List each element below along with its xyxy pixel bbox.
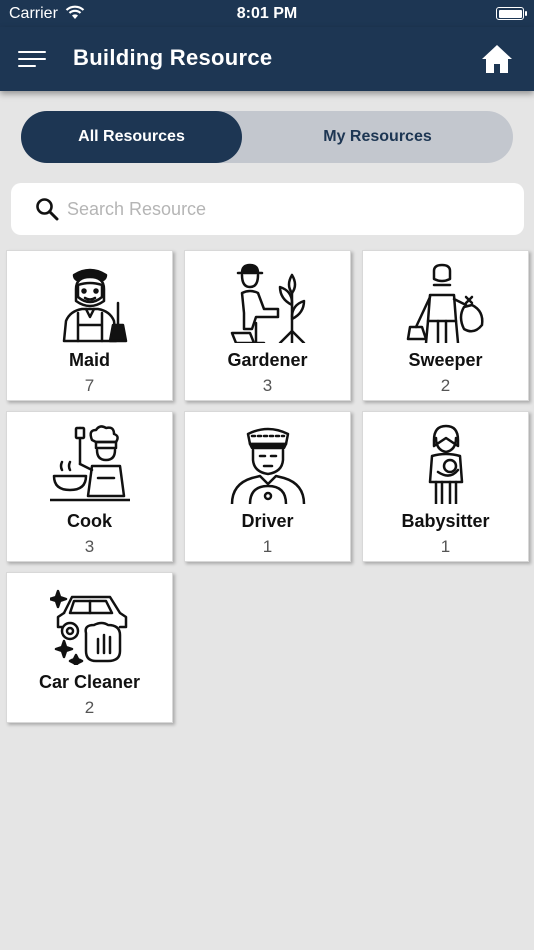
resource-count: 1 <box>440 537 451 556</box>
resource-card-driver[interactable]: Driver 1 <box>184 411 351 562</box>
resource-card-cook[interactable]: Cook 3 <box>6 411 173 562</box>
driver-icon <box>230 427 306 504</box>
search-input[interactable] <box>67 193 497 225</box>
gardener-icon <box>230 263 306 343</box>
home-icon[interactable] <box>481 44 513 74</box>
resource-name: Maid <box>68 350 110 370</box>
tab-my-resources[interactable]: My Resources <box>242 111 513 163</box>
battery-icon <box>496 7 527 20</box>
clock: 8:01 PM <box>236 5 298 22</box>
resource-card-babysitter[interactable]: Babysitter 1 <box>362 411 529 562</box>
search-bar <box>11 183 524 235</box>
resource-count: 1 <box>262 537 273 556</box>
sweeper-icon <box>406 263 484 343</box>
car-cleaner-icon <box>50 589 128 665</box>
cook-icon <box>50 425 130 502</box>
resource-name: Sweeper <box>408 350 483 370</box>
resource-name: Babysitter <box>401 511 490 531</box>
resource-tabs: All Resources My Resources <box>21 111 513 163</box>
resource-card-maid[interactable]: Maid 7 <box>6 250 173 401</box>
resource-count: 2 <box>84 698 95 717</box>
status-bar: Carrier 8:01 PM <box>0 0 534 27</box>
babysitter-icon <box>428 424 464 504</box>
resource-count: 3 <box>262 376 273 395</box>
resource-card-car-cleaner[interactable]: Car Cleaner 2 <box>6 572 173 723</box>
maid-icon <box>62 268 128 343</box>
app-bar: Building Resource <box>0 27 534 91</box>
resource-count: 3 <box>84 537 95 556</box>
search-icon <box>36 198 59 221</box>
tab-all-resources[interactable]: All Resources <box>21 111 242 163</box>
resource-name: Car Cleaner <box>38 672 141 692</box>
resource-name: Cook <box>67 511 112 531</box>
resource-card-sweeper[interactable]: Sweeper 2 <box>362 250 529 401</box>
resource-name: Gardener <box>227 350 308 370</box>
menu-icon[interactable] <box>18 51 46 69</box>
page-title: Building Resource <box>73 45 273 70</box>
resource-count: 7 <box>84 376 95 395</box>
resource-card-gardener[interactable]: Gardener 3 <box>184 250 351 401</box>
resource-name: Driver <box>241 511 294 531</box>
resource-count: 2 <box>440 376 451 395</box>
